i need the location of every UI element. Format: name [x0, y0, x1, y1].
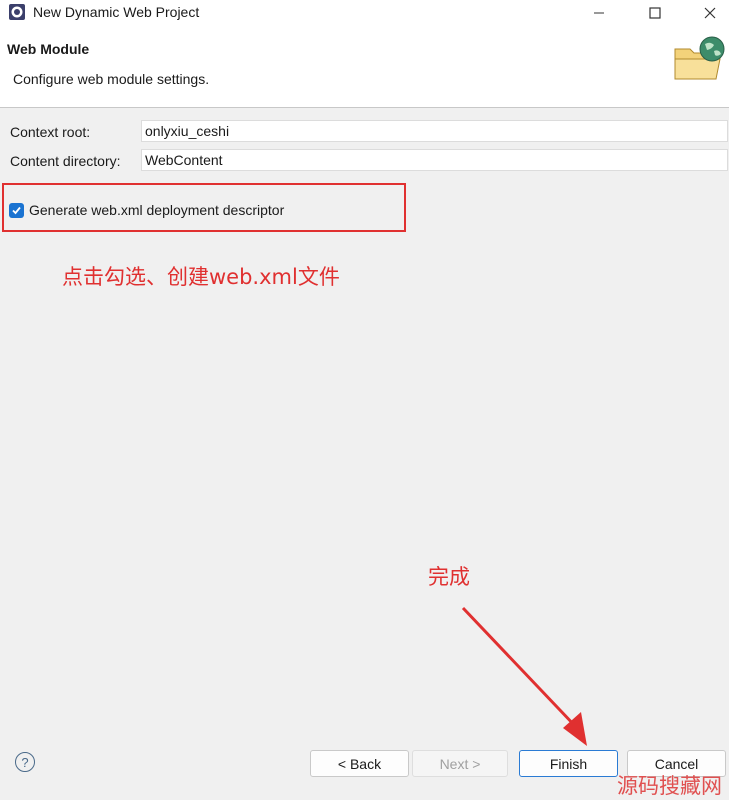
watermark-text: 源码搜藏网	[617, 774, 722, 798]
annotation-arrow	[461, 606, 587, 746]
context-root-label: Context root:	[10, 124, 91, 140]
close-icon	[704, 7, 716, 18]
wizard-header: Web Module Configure web module settings…	[0, 25, 729, 108]
generate-descriptor-checkbox[interactable]	[9, 203, 24, 218]
window-title: New Dynamic Web Project	[33, 4, 200, 20]
maximize-icon	[649, 6, 661, 19]
help-icon[interactable]: ?	[15, 752, 35, 772]
generate-descriptor-label[interactable]: Generate web.xml deployment descriptor	[29, 202, 284, 218]
content-directory-input[interactable]	[141, 149, 728, 171]
checkmark-icon	[12, 206, 21, 215]
back-button[interactable]: < Back	[310, 750, 409, 777]
title-bar: New Dynamic Web Project	[0, 0, 729, 25]
web-folder-globe-icon	[674, 36, 725, 80]
content-directory-label: Content directory:	[10, 153, 121, 169]
close-button[interactable]	[688, 0, 729, 25]
page-description: Configure web module settings.	[13, 71, 210, 87]
finish-annotation-text: 完成	[428, 565, 470, 589]
checkbox-annotation-text: 点击勾选、创建web.xml文件	[62, 265, 340, 289]
finish-button[interactable]: Finish	[519, 750, 618, 777]
next-button[interactable]: Next >	[412, 750, 508, 777]
context-root-input[interactable]	[141, 120, 728, 142]
page-title: Web Module	[7, 41, 90, 57]
minimize-icon	[594, 12, 604, 13]
maximize-button[interactable]	[633, 0, 677, 25]
eclipse-app-icon	[9, 4, 25, 20]
minimize-button[interactable]	[577, 0, 621, 25]
